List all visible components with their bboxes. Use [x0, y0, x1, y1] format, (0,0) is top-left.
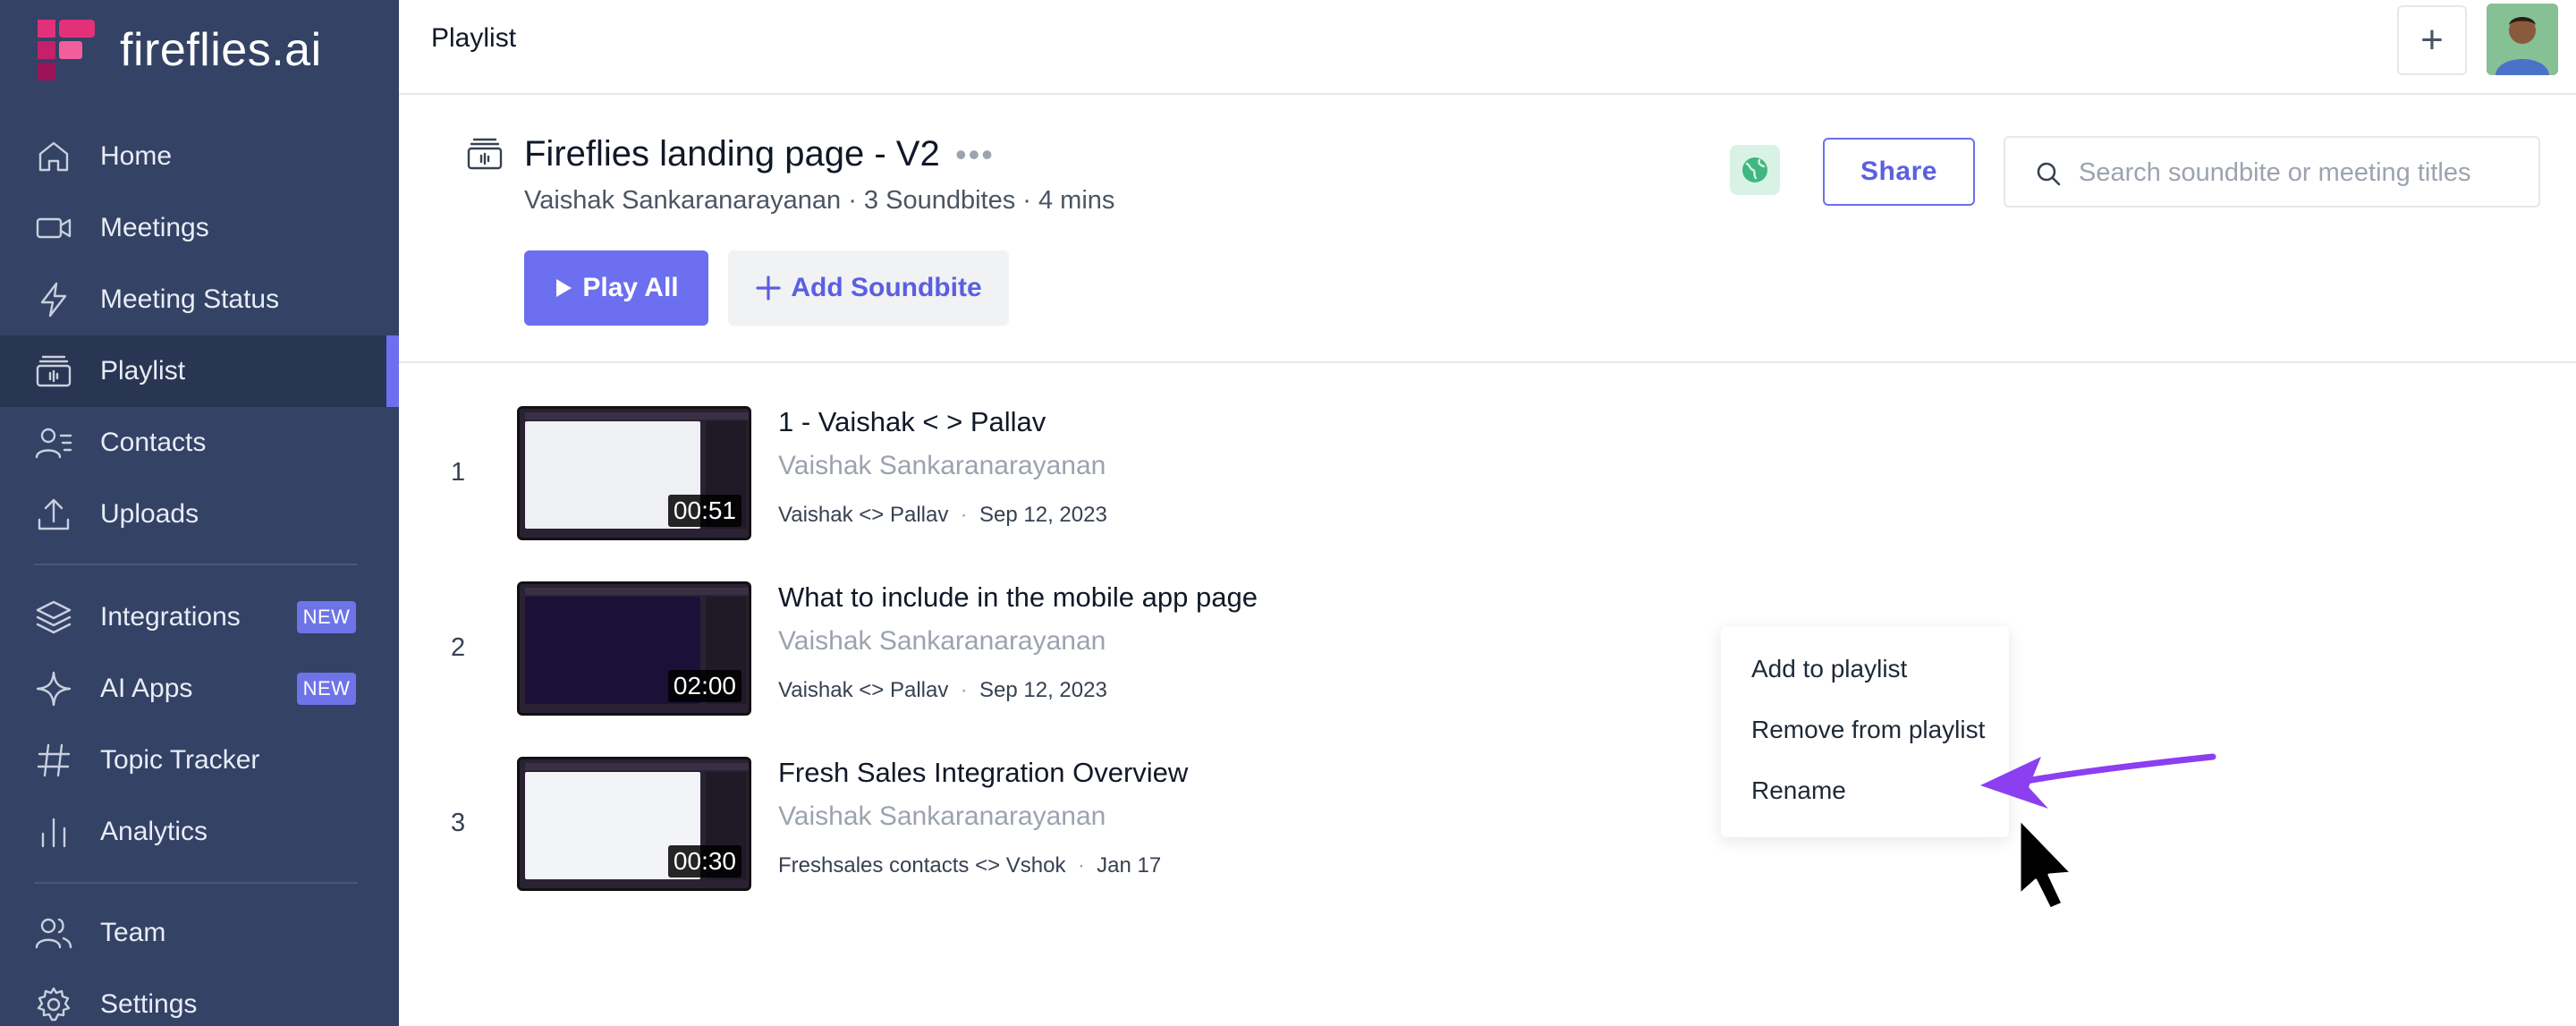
soundbite-source: Vaishak <> Pallav · Sep 12, 2023: [778, 678, 1107, 702]
sidebar-item-settings[interactable]: Settings: [0, 969, 399, 1026]
duration-badge: 00:51: [667, 495, 741, 527]
soundbite-source: Freshsales contacts <> Vshok · Jan 17: [778, 853, 1162, 878]
layers-icon: [34, 598, 73, 637]
item-number: 1: [451, 458, 466, 487]
logo[interactable]: fireflies.ai: [38, 20, 322, 81]
menu-item-add-to-playlist[interactable]: Add to playlist: [1751, 655, 1907, 683]
sidebar-item-label: Playlist: [100, 356, 186, 386]
soundbite-owner: Vaishak Sankaranarayanan: [778, 801, 1106, 831]
sidebar-item-label: Home: [100, 141, 173, 171]
sidebar-item-playlist[interactable]: Playlist: [0, 335, 399, 407]
add-soundbite-button[interactable]: Add Soundbite: [728, 250, 1009, 326]
gear-icon: [34, 985, 73, 1024]
lightning-icon: [34, 280, 73, 319]
meeting-date: Jan 17: [1097, 853, 1162, 878]
bar-chart-icon: [34, 812, 73, 852]
hash-icon: [34, 741, 73, 780]
list-item[interactable]: 2 02:00 What to include in the mobile ap…: [399, 581, 2576, 725]
menu-item-rename[interactable]: Rename: [1751, 776, 1846, 805]
sidebar-item-label: Analytics: [100, 817, 208, 846]
soundbite-owner: Vaishak Sankaranarayanan: [778, 451, 1106, 480]
new-badge: NEW: [297, 601, 356, 633]
new-badge: NEW: [297, 673, 356, 705]
sidebar-item-integrations[interactable]: Integrations NEW: [0, 581, 399, 653]
soundbite-title[interactable]: What to include in the mobile app page: [778, 581, 1258, 614]
video-thumbnail[interactable]: 02:00: [517, 581, 751, 716]
sidebar-item-contacts[interactable]: Contacts: [0, 407, 399, 479]
fireflies-logo-icon: [38, 20, 100, 81]
sidebar-item-label: Team: [100, 918, 166, 947]
sidebar-item-topic-tracker[interactable]: Topic Tracker: [0, 725, 399, 796]
sidebar-item-home[interactable]: Home: [0, 121, 399, 192]
video-thumbnail[interactable]: 00:51: [517, 406, 751, 540]
add-button[interactable]: +: [2397, 5, 2467, 75]
soundbite-title[interactable]: Fresh Sales Integration Overview: [778, 757, 1188, 789]
list-item[interactable]: 1 00:51 1 - Vaishak < > Pallav Vaishak S…: [399, 406, 2576, 549]
context-menu: Add to playlist Remove from playlist Ren…: [1721, 626, 2009, 837]
user-avatar-icon: [2487, 4, 2558, 75]
play-icon: [556, 279, 572, 297]
sidebar-item-label: Uploads: [100, 499, 199, 529]
share-button[interactable]: Share: [1823, 138, 1975, 206]
meeting-date: Sep 12, 2023: [979, 503, 1107, 527]
upload-icon: [34, 495, 73, 534]
item-number: 3: [451, 809, 466, 837]
sidebar-item-label: Settings: [100, 989, 198, 1019]
menu-item-remove-from-playlist[interactable]: Remove from playlist: [1751, 716, 1985, 744]
sidebar-item-meeting-status[interactable]: Meeting Status: [0, 264, 399, 335]
playlist-title: Fireflies landing page - V2: [524, 134, 940, 174]
playlist-icon: [34, 352, 73, 391]
sidebar-item-meetings[interactable]: Meetings: [0, 192, 399, 264]
soundbite-owner: Vaishak Sankaranarayanan: [778, 626, 1106, 656]
meeting-name[interactable]: Freshsales contacts <> Vshok: [778, 853, 1066, 878]
duration-badge: 02:00: [667, 670, 741, 702]
meeting-name[interactable]: Vaishak <> Pallav: [778, 678, 948, 702]
sidebar-divider: [34, 882, 358, 884]
home-icon: [34, 137, 73, 176]
video-icon: [34, 208, 73, 248]
contacts-icon: [34, 423, 73, 462]
item-number: 2: [451, 633, 466, 662]
sidebar-item-label: Contacts: [100, 428, 207, 457]
sidebar-item-analytics[interactable]: Analytics: [0, 796, 399, 868]
sidebar-item-uploads[interactable]: Uploads: [0, 479, 399, 550]
sidebar-item-ai-apps[interactable]: AI Apps NEW: [0, 653, 399, 725]
sidebar-item-label: Meeting Status: [100, 284, 280, 314]
sidebar-divider: [34, 564, 358, 565]
sidebar-item-label: AI Apps: [100, 674, 193, 703]
plus-icon: +: [2420, 18, 2444, 62]
play-all-button[interactable]: Play All: [524, 250, 708, 326]
team-icon: [34, 913, 73, 953]
soundbite-title[interactable]: 1 - Vaishak < > Pallav: [778, 406, 1046, 438]
sidebar-item-label: Meetings: [100, 213, 209, 242]
duration-badge: 00:30: [667, 845, 741, 878]
add-soundbite-label: Add Soundbite: [791, 273, 982, 302]
sidebar-item-label: Integrations: [100, 602, 241, 632]
plus-icon: [756, 276, 781, 301]
meeting-name[interactable]: Vaishak <> Pallav: [778, 503, 948, 527]
playlist-meta: Vaishak Sankaranarayanan · 3 Soundbites …: [524, 186, 1115, 215]
avatar[interactable]: [2487, 4, 2558, 75]
page-title: Playlist: [431, 23, 517, 53]
list-item[interactable]: 3 00:30 Fresh Sales Integration Overview…: [399, 757, 2576, 900]
top-bar: Playlist: [399, 0, 2576, 95]
playlist-icon: [465, 134, 504, 174]
globe-icon[interactable]: [1730, 145, 1780, 195]
search-input[interactable]: [2079, 152, 2526, 193]
video-thumbnail[interactable]: 00:30: [517, 757, 751, 891]
search-box: [2004, 136, 2540, 208]
more-options-icon[interactable]: •••: [955, 136, 995, 174]
soundbite-source: Vaishak <> Pallav · Sep 12, 2023: [778, 503, 1107, 527]
sparkle-icon: [34, 669, 73, 708]
meeting-date: Sep 12, 2023: [979, 678, 1107, 702]
logo-text: fireflies.ai: [120, 24, 322, 76]
sidebar: fireflies.ai Home Meetings Meeting Statu…: [0, 0, 399, 1026]
sidebar-item-team[interactable]: Team: [0, 897, 399, 969]
search-icon: [2034, 159, 2063, 188]
header-divider: [399, 361, 2576, 363]
sidebar-item-label: Topic Tracker: [100, 745, 260, 775]
play-all-label: Play All: [582, 273, 679, 302]
